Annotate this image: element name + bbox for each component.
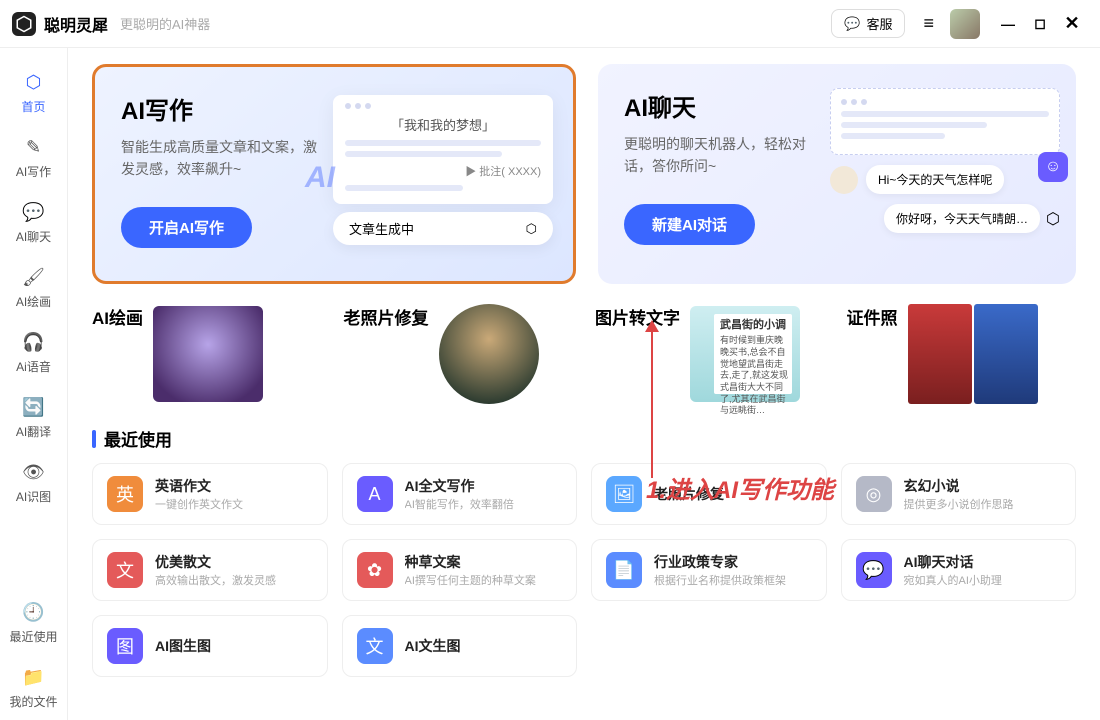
recent-item-icon: 🖼	[606, 476, 642, 512]
support-label: 客服	[866, 14, 892, 33]
hero-writing-desc: 智能生成高质量文章和文案，激发灵感，效率飙升~	[121, 136, 325, 181]
recent-item-title: AI文生图	[405, 636, 461, 656]
support-button[interactable]: 💬 客服	[831, 9, 905, 38]
recent-item-desc: 一键创作英文作文	[155, 496, 243, 512]
chat-avatar-icon: ☺	[1038, 152, 1068, 182]
recent-item-title: 玄幻小说	[904, 476, 1014, 496]
sidebar-item-writing[interactable]: ✎AI写作	[0, 125, 67, 190]
recent-item-desc: AI撰写任何主题的种草文案	[405, 572, 536, 588]
sidebar-item-home[interactable]: ⬡首页	[0, 60, 67, 125]
clock-icon: 🕘	[22, 600, 46, 624]
new-chat-button[interactable]: 新建AI对话	[624, 204, 755, 245]
sidebar-item-recent[interactable]: 🕘最近使用	[0, 590, 67, 655]
titlebar: 聪明灵犀 更聪明的AI神器 💬 客服 ≡ — ◻ ✕	[0, 0, 1100, 48]
recent-item-icon: 📄	[606, 552, 642, 588]
app-logo-icon	[12, 12, 36, 36]
thumb-ocr[interactable]: 图片转文字 武昌街的小调 有时候到重庆晚晚买书,总会不自觉地望武昌街走去,走了,…	[595, 304, 825, 404]
hero-chat-desc: 更聪明的聊天机器人，轻松对话，答你所问~	[624, 133, 828, 178]
annotation-line	[651, 328, 653, 478]
hexagon-icon: ⬡	[526, 221, 537, 237]
brush-icon: 🖌	[22, 265, 46, 289]
recent-item-icon: 图	[107, 628, 143, 664]
hexagon-icon: ⬡	[1046, 209, 1060, 229]
recent-grid: 英 英语作文 一键创作英文作文 A AI全文写作 AI智能写作，效率翻倍 🖼 老…	[92, 463, 1076, 677]
recent-item-title: 行业政策专家	[654, 552, 786, 572]
recent-item-title: 英语作文	[155, 476, 243, 496]
id-photo-sample	[908, 304, 1038, 404]
chat-mock-preview: ☺ Hi~今天的天气怎样呢 你好呀，今天天气晴朗… ⬡	[830, 88, 1060, 233]
recent-item[interactable]: 英 英语作文 一键创作英文作文	[92, 463, 328, 525]
recent-item-desc: 根据行业名称提供政策框架	[654, 572, 786, 588]
recent-item-desc: 宛如真人的AI小助理	[904, 572, 1002, 588]
app-title: 聪明灵犀	[44, 12, 108, 36]
mock-status-text: 文章生成中	[349, 219, 414, 238]
translate-icon: 🔄	[22, 395, 46, 419]
mock-annotation-tag: ▶ 批注( XXXX)	[465, 166, 541, 178]
recent-item[interactable]: 💬 AI聊天对话 宛如真人的AI小助理	[841, 539, 1077, 601]
recent-item[interactable]: 图 AI图生图	[92, 615, 328, 677]
sidebar-item-vision[interactable]: 👁AI识图	[0, 450, 67, 515]
pen-icon: ✎	[22, 135, 46, 159]
recent-item[interactable]: 文 优美散文 高效输出散文，激发灵感	[92, 539, 328, 601]
eye-icon: 👁	[22, 460, 46, 484]
hero-chat-title: AI聊天	[624, 88, 828, 123]
recent-item[interactable]: 文 AI文生图	[342, 615, 578, 677]
writing-mock-preview: 「我和我的梦想」 ▶ 批注( XXXX) 文章生成中 ⬡ AI	[333, 95, 553, 245]
recent-item-desc: AI智能写作，效率翻倍	[405, 496, 514, 512]
window-maximize-icon[interactable]: ◻	[1024, 15, 1056, 32]
chat-bubble-user: Hi~今天的天气怎样呢	[866, 165, 1004, 194]
chat-bubble-ai: 你好呀，今天天气晴朗…	[884, 204, 1040, 233]
chat-icon: 💬	[22, 200, 46, 224]
sidebar-item-chat[interactable]: 💬AI聊天	[0, 190, 67, 255]
recent-item-desc: 提供更多小说创作思路	[904, 496, 1014, 512]
recent-item[interactable]: ✿ 种草文案 AI撰写任何主题的种草文案	[342, 539, 578, 601]
sidebar-item-paint[interactable]: 🖌AI绘画	[0, 255, 67, 320]
annotation-text: 1.进入AI写作功能	[646, 470, 834, 505]
user-bubble-avatar	[830, 166, 858, 194]
recent-item-icon: 英	[107, 476, 143, 512]
restore-sample-image	[439, 304, 539, 404]
recent-item-icon: A	[357, 476, 393, 512]
hero-writing-title: AI写作	[121, 91, 325, 126]
sidebar-item-files[interactable]: 📁我的文件	[0, 655, 67, 720]
thumb-id-photo[interactable]: 证件照	[847, 304, 1077, 404]
ai-badge: AI	[305, 161, 335, 195]
recent-item-icon: 文	[107, 552, 143, 588]
recent-section-header: 最近使用	[92, 426, 1076, 451]
window-close-icon[interactable]: ✕	[1056, 13, 1088, 34]
recent-item[interactable]: ◎ 玄幻小说 提供更多小说创作思路	[841, 463, 1077, 525]
recent-item-icon: ✿	[357, 552, 393, 588]
start-writing-button[interactable]: 开启AI写作	[121, 207, 252, 248]
main-content: AI写作 智能生成高质量文章和文案，激发灵感，效率飙升~ 开启AI写作 「我和我…	[68, 48, 1100, 720]
recent-item-title: 种草文案	[405, 552, 536, 572]
hero-chat-card[interactable]: AI聊天 更聪明的聊天机器人，轻松对话，答你所问~ 新建AI对话 ☺ Hi~今天…	[598, 64, 1076, 284]
paint-sample-image	[153, 306, 263, 402]
recent-item-title: AI图生图	[155, 636, 211, 656]
menu-icon[interactable]: ≡	[915, 9, 942, 38]
ocr-sample-image: 武昌街的小调 有时候到重庆晚晚买书,总会不自觉地望武昌街走去,走了,就这发现式昌…	[690, 306, 800, 402]
app-tagline: 更聪明的AI神器	[120, 14, 210, 33]
recent-item-title: 优美散文	[155, 552, 276, 572]
folder-icon: 📁	[22, 665, 46, 689]
window-minimize-icon[interactable]: —	[992, 16, 1024, 32]
sidebar-item-translate[interactable]: 🔄AI翻译	[0, 385, 67, 450]
recent-item[interactable]: 📄 行业政策专家 根据行业名称提供政策框架	[591, 539, 827, 601]
recent-item-title: AI全文写作	[405, 476, 514, 496]
mock-quote: 「我和我的梦想」	[345, 115, 541, 134]
chat-bubble-icon: 💬	[844, 16, 860, 32]
recent-item-icon: 文	[357, 628, 393, 664]
recent-item-desc: 高效输出散文，激发灵感	[155, 572, 276, 588]
recent-item-icon: ◎	[856, 476, 892, 512]
recent-item[interactable]: A AI全文写作 AI智能写作，效率翻倍	[342, 463, 578, 525]
recent-item-icon: 💬	[856, 552, 892, 588]
sidebar-item-voice[interactable]: 🎧Ai语音	[0, 320, 67, 385]
hexagon-icon: ⬡	[22, 70, 46, 94]
hero-writing-card[interactable]: AI写作 智能生成高质量文章和文案，激发灵感，效率飙升~ 开启AI写作 「我和我…	[92, 64, 576, 284]
headphone-icon: 🎧	[22, 330, 46, 354]
sidebar: ⬡首页 ✎AI写作 💬AI聊天 🖌AI绘画 🎧Ai语音 🔄AI翻译 👁AI识图 …	[0, 48, 68, 720]
thumb-photo-restore[interactable]: 老照片修复	[344, 304, 574, 404]
thumb-ai-paint[interactable]: AI绘画	[92, 304, 322, 404]
recent-item-title: AI聊天对话	[904, 552, 1002, 572]
user-avatar[interactable]	[950, 9, 980, 39]
